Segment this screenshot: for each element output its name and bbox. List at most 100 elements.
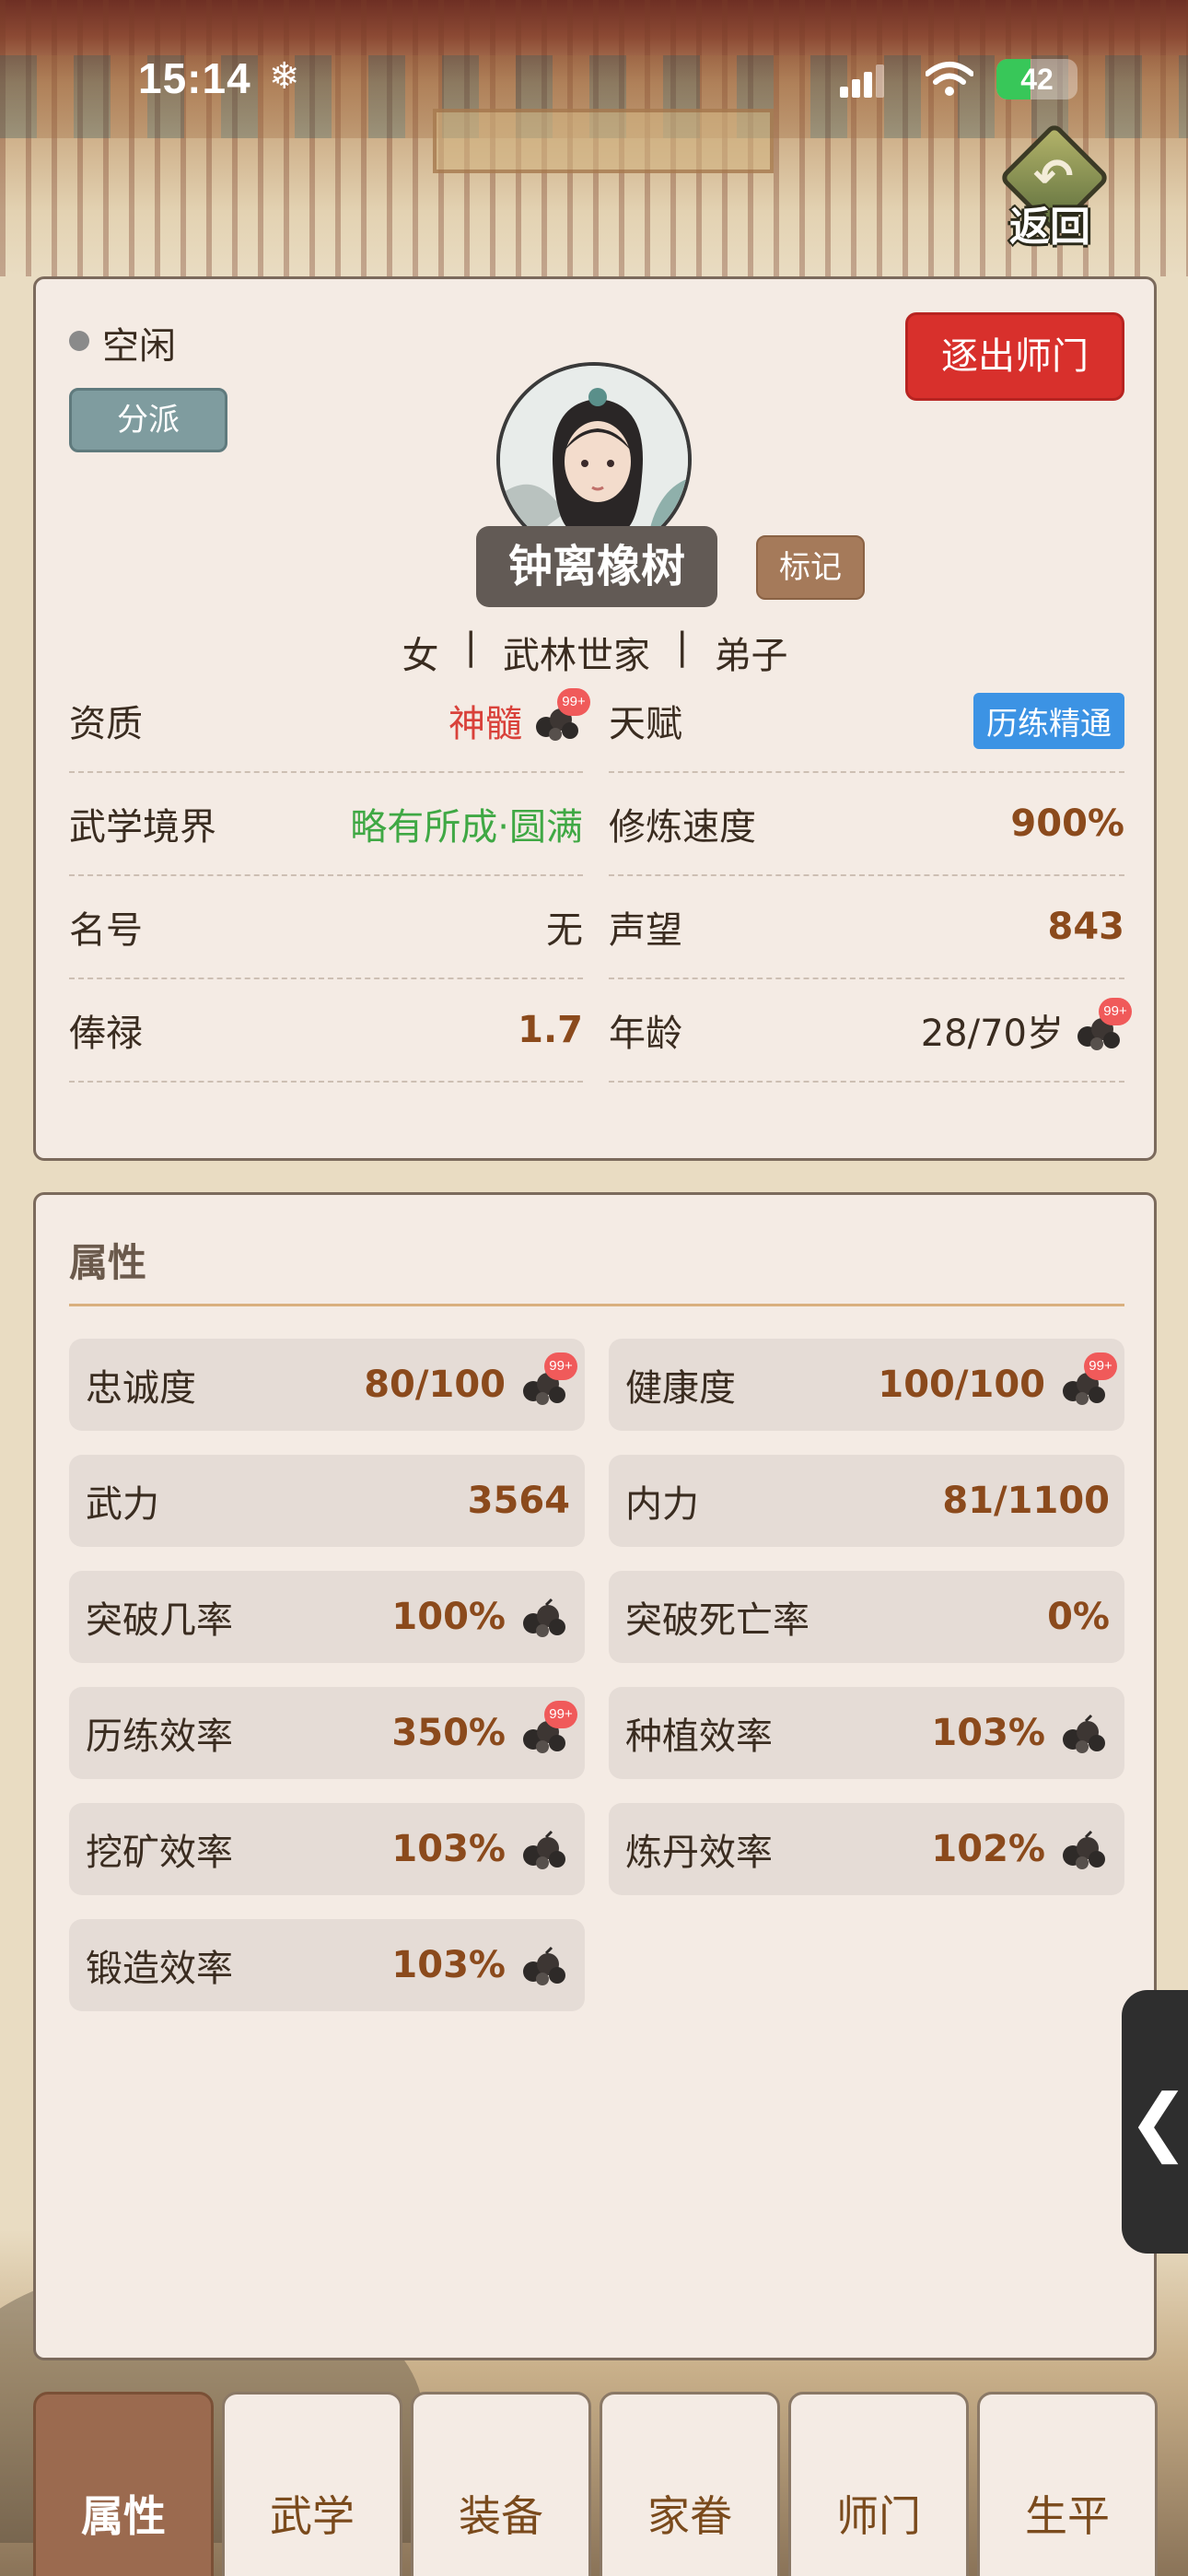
battery-level: 42: [1020, 63, 1054, 96]
info-label: 武学境界: [69, 806, 216, 849]
info-label: 天赋: [609, 703, 682, 745]
battery-icon: 42: [996, 59, 1077, 100]
info-row-salary: 俸禄 1.7: [69, 979, 583, 1083]
attr-card-health: 健康度 100/100 99+: [609, 1339, 1124, 1431]
attr-card-force: 武力 3564: [69, 1455, 585, 1547]
disciple-name: 钟离橡树: [476, 526, 717, 607]
count-badge: 99+: [1099, 998, 1132, 1025]
herb-icon[interactable]: [518, 1594, 570, 1640]
herb-icon[interactable]: [518, 1942, 570, 1988]
info-value: 略有所成·圆满: [350, 806, 583, 849]
back-label: 返回: [1009, 204, 1090, 251]
attr-label: 内力: [625, 1483, 699, 1526]
herb-icon[interactable]: 99+: [531, 688, 590, 744]
attr-card-breakthrough-rate: 突破几率 100%: [69, 1571, 585, 1663]
divider: [69, 1304, 1124, 1306]
tab-sect[interactable]: 师门: [788, 2392, 969, 2576]
info-value: 28/70岁 99+: [920, 998, 1132, 1057]
attr-card-training-efficiency: 历练效率 350% 99+: [69, 1687, 585, 1779]
attr-label: 健康度: [625, 1367, 736, 1410]
info-row-martial-realm: 武学境界 略有所成·圆满: [69, 773, 583, 876]
count-badge: 99+: [544, 1352, 577, 1380]
attr-card-alchemy-efficiency: 炼丹效率 102%: [609, 1803, 1124, 1895]
tab-equipment[interactable]: 装备: [411, 2392, 591, 2576]
info-row-age: 年龄 28/70岁 99+: [609, 979, 1132, 1083]
info-row-talent: 天赋 历练精通: [609, 670, 1124, 773]
attr-card-inner-power: 内力 81/1100: [609, 1455, 1124, 1547]
herb-icon[interactable]: 99+: [518, 1352, 577, 1408]
info-value: 900%: [1010, 802, 1124, 845]
herb-icon[interactable]: 99+: [1073, 998, 1132, 1053]
attributes-heading: 属性: [69, 1240, 147, 1285]
tab-martial-arts[interactable]: 武学: [222, 2392, 402, 2576]
attr-card-planting-efficiency: 种植效率 103%: [609, 1687, 1124, 1779]
talent-badge[interactable]: 历练精通: [973, 692, 1124, 749]
herb-icon[interactable]: [1058, 1710, 1110, 1756]
attr-value: 0%: [1047, 1596, 1110, 1638]
attr-label: 炼丹效率: [625, 1832, 773, 1874]
status-time: 15:14: [138, 54, 251, 102]
tab-attributes[interactable]: 属性: [33, 2392, 214, 2576]
info-row-reputation: 声望 843: [609, 876, 1124, 979]
signal-icon: [840, 63, 886, 98]
attr-value: 100/100: [878, 1364, 1045, 1406]
info-label: 资质: [69, 703, 143, 745]
info-value: 历练精通: [973, 692, 1124, 749]
info-row-aptitude: 资质 神髓 99+: [69, 670, 590, 773]
herb-icon[interactable]: [1058, 1826, 1110, 1872]
attr-value: 80/100: [364, 1364, 506, 1406]
attr-value: 350%: [391, 1712, 506, 1754]
info-label: 俸禄: [69, 1013, 143, 1055]
age-value: 28/70岁: [920, 1013, 1064, 1055]
attr-value: 103%: [931, 1712, 1045, 1754]
info-value: 1.7: [518, 1009, 583, 1051]
mark-button[interactable]: 标记: [756, 535, 865, 600]
attr-label: 历练效率: [86, 1715, 233, 1758]
herb-icon[interactable]: 99+: [518, 1701, 577, 1756]
expel-button[interactable]: 逐出师门: [905, 312, 1124, 401]
status-dot-icon: [69, 331, 89, 351]
info-value: 843: [1047, 906, 1125, 948]
tab-biography[interactable]: 生平: [977, 2392, 1158, 2576]
count-badge: 99+: [544, 1701, 577, 1728]
snowflake-icon: ❄: [269, 55, 300, 98]
side-drawer-handle[interactable]: ❮: [1122, 1990, 1188, 2254]
aptitude-value: 神髓: [448, 703, 522, 745]
herb-icon[interactable]: [518, 1826, 570, 1872]
info-label: 修炼速度: [609, 806, 756, 849]
attr-label: 挖矿效率: [86, 1832, 233, 1874]
back-button[interactable]: ↶ 返回: [998, 122, 1118, 251]
attr-label: 突破几率: [86, 1599, 233, 1642]
attr-value: 103%: [391, 1944, 506, 1986]
status-text: 空闲: [102, 325, 176, 368]
info-value: 无: [546, 909, 583, 952]
attr-label: 锻造效率: [86, 1948, 233, 1990]
attributes-panel: 属性 忠诚度 80/100 99+ 健康度 100/100 99+ 武力 356…: [33, 1192, 1157, 2360]
info-label: 声望: [609, 909, 682, 952]
count-badge: 99+: [1084, 1352, 1117, 1380]
attr-card-breakthrough-death-rate: 突破死亡率 0%: [609, 1571, 1124, 1663]
attr-value: 102%: [931, 1828, 1045, 1870]
attr-value: 3564: [467, 1480, 570, 1522]
branch-button[interactable]: 分派: [69, 388, 227, 452]
attr-label: 忠诚度: [86, 1367, 196, 1410]
herb-icon[interactable]: 99+: [1058, 1352, 1117, 1408]
attr-card-loyalty: 忠诚度 80/100 99+: [69, 1339, 585, 1431]
count-badge: 99+: [557, 688, 590, 716]
info-value: 神髓 99+: [448, 688, 590, 747]
info-row-training-speed: 修炼速度 900%: [609, 773, 1124, 876]
attr-value: 81/1100: [942, 1480, 1110, 1522]
info-row-title: 名号 无: [69, 876, 583, 979]
attr-value: 100%: [391, 1596, 506, 1638]
status-bar: 15:14 ❄ 42: [0, 0, 1188, 138]
disciple-profile-panel: 空闲 分派 逐出师门 钟离橡树 标记 女 | 武林世家 | 弟子 资质 神髓 9…: [33, 276, 1157, 1161]
attr-card-forging-efficiency: 锻造效率 103%: [69, 1919, 585, 2011]
info-label: 年龄: [609, 1013, 682, 1055]
attr-label: 突破死亡率: [625, 1599, 809, 1642]
attr-value: 103%: [391, 1828, 506, 1870]
attr-label: 武力: [86, 1483, 159, 1526]
attr-card-mining-efficiency: 挖矿效率 103%: [69, 1803, 585, 1895]
tab-family[interactable]: 家眷: [600, 2392, 780, 2576]
wifi-icon: [926, 62, 973, 96]
info-label: 名号: [69, 909, 143, 952]
